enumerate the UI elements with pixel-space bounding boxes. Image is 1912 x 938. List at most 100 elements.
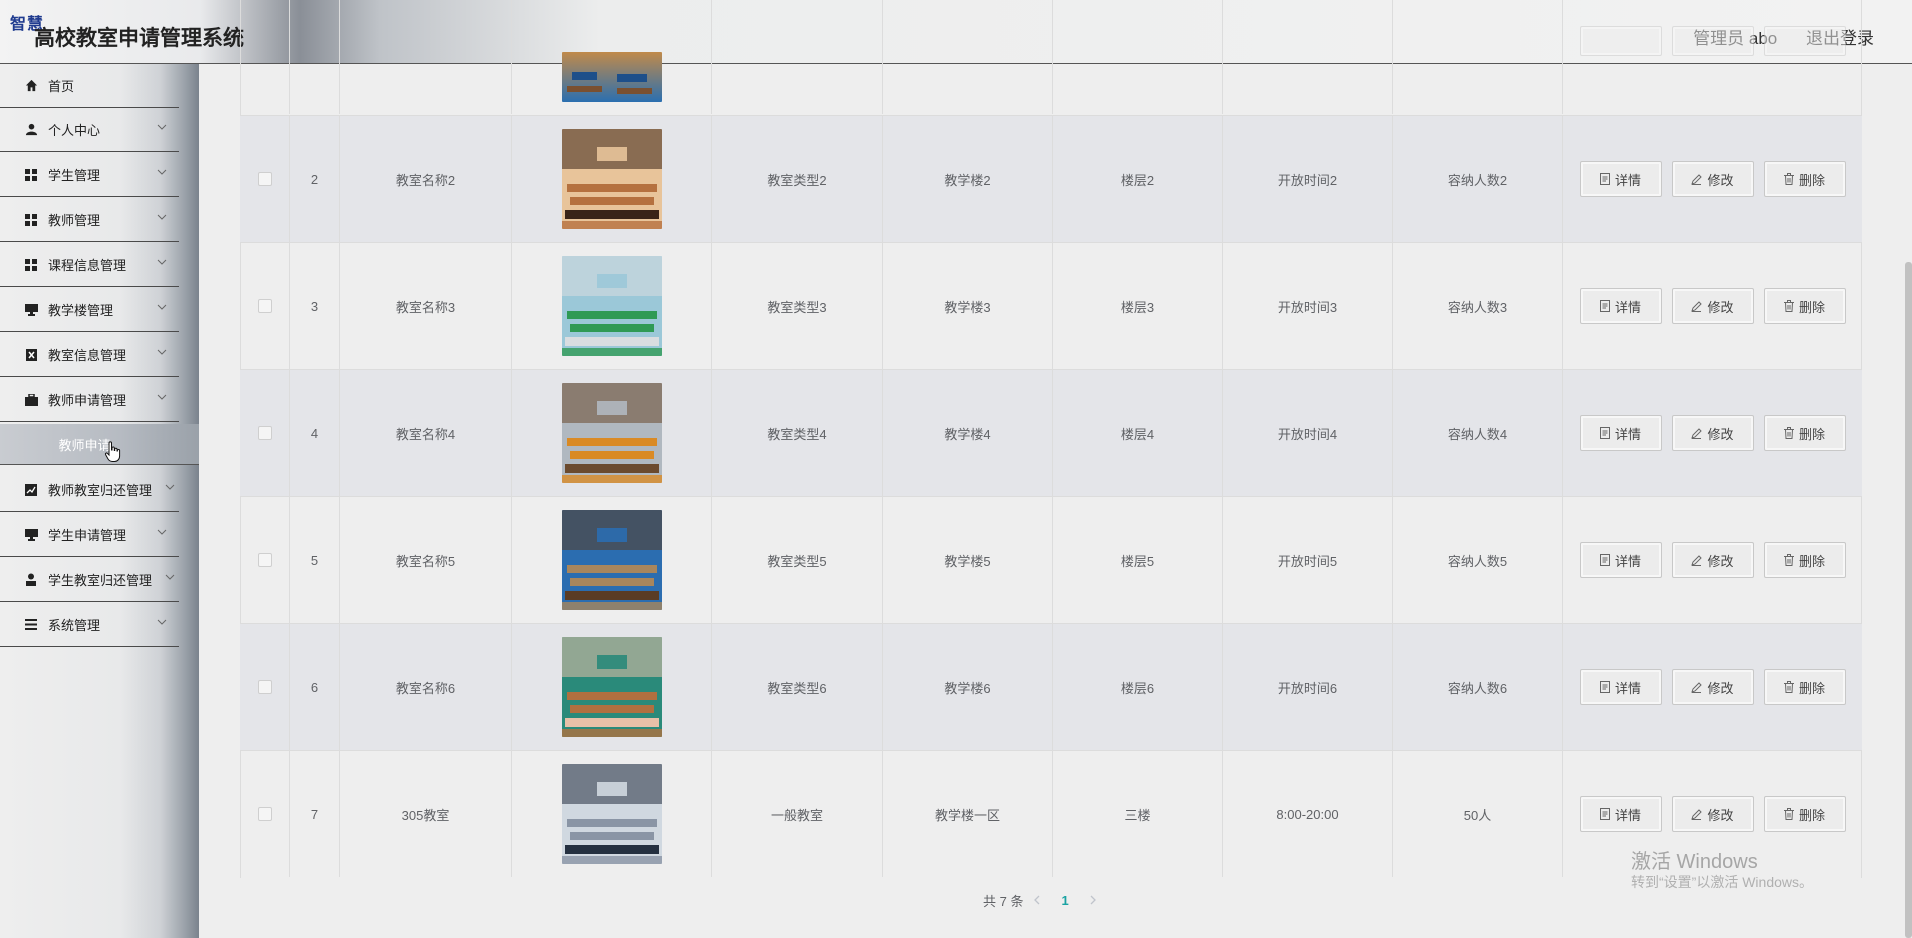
chevron-down-icon	[157, 529, 167, 535]
sidebar-item-courses[interactable]: 课程信息管理	[0, 243, 179, 287]
delete-button[interactable]: 删除	[1763, 161, 1846, 197]
trash-icon	[1783, 808, 1794, 820]
classroom-photo	[561, 637, 662, 737]
sidebar-item-teacher-returns[interactable]: 教师教室归还管理	[0, 468, 179, 512]
open-hours: 开放时间2	[1223, 116, 1393, 242]
edit-button[interactable]: 修改	[1671, 288, 1754, 324]
classroom-name: 教室名称5	[340, 497, 512, 623]
trash-icon	[1783, 427, 1794, 439]
detail-button[interactable]: 详情	[1579, 415, 1662, 451]
edit-button[interactable]: 修改	[1671, 669, 1754, 705]
sidebar-item-label: 教师教室归还管理	[48, 483, 153, 498]
page-number[interactable]: 1	[1061, 893, 1068, 908]
document-icon	[1599, 427, 1610, 439]
sidebar-item-classroom-info[interactable]: 教室信息管理	[0, 333, 179, 377]
grid-icon	[24, 168, 38, 182]
sidebar-item-buildings[interactable]: 教学楼管理	[0, 288, 179, 332]
delete-button[interactable]	[1763, 26, 1846, 56]
document-icon	[1599, 300, 1610, 312]
sidebar-item-teacher-applications[interactable]: 教师申请管理	[0, 378, 179, 422]
monitor-icon	[24, 528, 38, 542]
open-hours: 开放时间5	[1223, 497, 1393, 623]
vertical-scrollbar[interactable]	[1905, 262, 1912, 938]
sidebar-item-personal[interactable]: 个人中心	[0, 108, 179, 152]
grid-icon	[24, 258, 38, 272]
table-row: 4 教室名称4 教室类型4 教学楼4 楼层4 开放时间4 容纳人数4 详情 修改 删除	[240, 369, 1862, 496]
sidebar-item-student-returns[interactable]: 学生教室归还管理	[0, 558, 179, 602]
teaching-building: 教学楼一区	[883, 751, 1053, 877]
table-row: 6 教室名称6 教室类型6 教学楼6 楼层6 开放时间6 容纳人数6 详情 修改 删除	[240, 623, 1862, 750]
list-icon	[24, 618, 38, 632]
row-checkbox[interactable]	[257, 680, 272, 694]
edit-icon	[1691, 554, 1703, 566]
delete-button[interactable]: 删除	[1763, 415, 1846, 451]
edit-icon	[1691, 681, 1703, 693]
classroom-name: 305教室	[340, 751, 512, 877]
row-checkbox[interactable]	[257, 172, 272, 186]
hand-cursor-icon	[104, 441, 121, 462]
row-checkbox[interactable]	[257, 299, 272, 313]
sidebar-item-label: 系统管理	[48, 618, 101, 633]
detail-button[interactable]: 详情	[1579, 161, 1662, 197]
chevron-down-icon	[157, 349, 167, 355]
classroom-type: 教室类型4	[712, 370, 883, 496]
row-checkbox[interactable]	[257, 807, 272, 821]
delete-button[interactable]: 删除	[1763, 669, 1846, 705]
capacity: 50人	[1393, 751, 1563, 877]
chevron-up-icon	[157, 394, 167, 400]
delete-button[interactable]: 删除	[1763, 542, 1846, 578]
classroom-name: 教室名称4	[340, 370, 512, 496]
chevron-down-icon	[157, 214, 167, 220]
row-index: 2	[290, 116, 340, 242]
sidebar-item-students[interactable]: 学生管理	[0, 153, 179, 197]
detail-button[interactable]	[1579, 26, 1662, 56]
capacity: 容纳人数6	[1393, 624, 1563, 750]
sidebar-item-student-applications[interactable]: 学生申请管理	[0, 513, 179, 557]
grid-icon	[24, 213, 38, 227]
row-index: 6	[290, 624, 340, 750]
chevron-down-icon	[165, 484, 175, 490]
sidebar-item-label: 课程信息管理	[48, 258, 127, 273]
delete-button[interactable]: 删除	[1763, 796, 1846, 832]
sidebar-item-teachers[interactable]: 教师管理	[0, 198, 179, 242]
person-icon	[24, 573, 38, 587]
next-page-button[interactable]	[1089, 893, 1097, 908]
trash-icon	[1783, 173, 1794, 185]
delete-button[interactable]: 删除	[1763, 288, 1846, 324]
document-icon	[1599, 681, 1610, 693]
table-row: 3 教室名称3 教室类型3 教学楼3 楼层3 开放时间3 容纳人数3 详情 修改 删除	[240, 242, 1862, 369]
table-row	[240, 0, 1862, 115]
detail-button[interactable]: 详情	[1579, 288, 1662, 324]
table-row: 2 教室名称2 教室类型2 教学楼2 楼层2 开放时间2 容纳人数2 详情 修改 删除	[240, 115, 1862, 242]
edit-button[interactable]: 修改	[1671, 415, 1754, 451]
monitor-icon	[24, 303, 38, 317]
sidebar-subitem-label: 教师申请	[58, 437, 111, 453]
detail-button[interactable]: 详情	[1579, 669, 1662, 705]
classroom-photo	[561, 383, 662, 483]
open-hours: 开放时间4	[1223, 370, 1393, 496]
classroom-type: 一般教室	[712, 751, 883, 877]
classroom-type: 教室类型3	[712, 243, 883, 369]
row-checkbox[interactable]	[257, 426, 272, 440]
chevron-left-icon	[1034, 895, 1040, 904]
row-index: 7	[290, 751, 340, 877]
edit-button[interactable]: 修改	[1671, 796, 1754, 832]
edit-icon	[1691, 427, 1703, 439]
user-icon	[24, 123, 38, 137]
row-checkbox[interactable]	[257, 553, 272, 567]
detail-button[interactable]: 详情	[1579, 542, 1662, 578]
prev-page-button[interactable]	[1033, 893, 1041, 908]
sidebar-item-home[interactable]: 首页	[0, 64, 179, 108]
edit-button[interactable]: 修改	[1671, 161, 1754, 197]
home-icon	[24, 79, 38, 93]
edit-button[interactable]: 修改	[1671, 542, 1754, 578]
sidebar-item-label: 学生申请管理	[48, 528, 127, 543]
chevron-down-icon	[165, 574, 175, 580]
sidebar-item-system[interactable]: 系统管理	[0, 603, 179, 647]
edit-button[interactable]	[1671, 26, 1754, 56]
sidebar-subitem-teacher-apply[interactable]: 教师申请	[0, 424, 199, 465]
edit-icon	[1691, 173, 1703, 185]
detail-button[interactable]: 详情	[1579, 796, 1662, 832]
sidebar-item-label: 教师管理	[48, 213, 101, 228]
chevron-down-icon	[157, 304, 167, 310]
